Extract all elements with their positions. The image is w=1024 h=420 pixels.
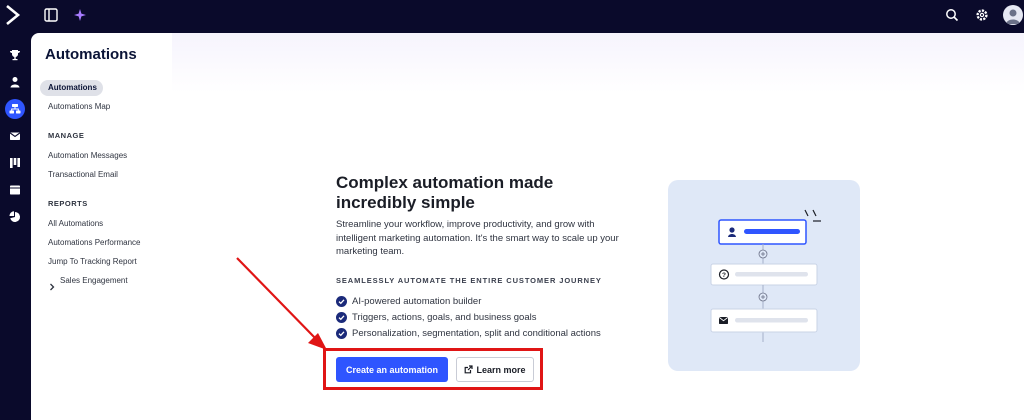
sidebar-item-automation-messages[interactable]: Automation Messages bbox=[48, 151, 127, 160]
automations-sidebar: Automations Automations Automations Map … bbox=[31, 33, 172, 420]
check-circle-icon bbox=[336, 311, 347, 323]
automation-illustration: ? bbox=[668, 180, 860, 371]
annotation-highlight-box bbox=[323, 348, 543, 390]
search-icon[interactable] bbox=[943, 6, 961, 24]
feature-item: AI-powered automation builder bbox=[336, 295, 481, 307]
sidebar-item-automations[interactable]: Automations bbox=[48, 83, 97, 92]
sidebar-item-transactional-email[interactable]: Transactional Email bbox=[48, 170, 118, 179]
sidebar-item-all-automations[interactable]: All Automations bbox=[48, 219, 103, 228]
avatar[interactable] bbox=[1003, 5, 1023, 25]
check-circle-icon bbox=[336, 295, 347, 307]
sidebar-item-jump-to-tracking-report[interactable]: Jump To Tracking Report bbox=[48, 257, 137, 266]
contacts-icon[interactable] bbox=[5, 72, 25, 92]
sidebar-item-automations-performance[interactable]: Automations Performance bbox=[48, 238, 141, 247]
sidebar-item-automations-map[interactable]: Automations Map bbox=[48, 102, 110, 111]
deals-icon[interactable] bbox=[5, 153, 25, 173]
hero-description: Streamline your workflow, improve produc… bbox=[336, 219, 619, 257]
feature-text: Triggers, actions, goals, and business g… bbox=[352, 311, 537, 323]
section-title-reports: REPORTS bbox=[48, 199, 88, 208]
feature-text: Personalization, segmentation, split and… bbox=[352, 327, 601, 339]
feature-text: AI-powered automation builder bbox=[352, 295, 482, 307]
top-bar bbox=[0, 0, 1024, 33]
check-circle-icon bbox=[336, 327, 347, 339]
feature-item: Personalization, segmentation, split and… bbox=[336, 327, 601, 339]
icon-rail bbox=[0, 33, 31, 420]
sidebar-title: Automations bbox=[45, 46, 137, 63]
automations-icon[interactable] bbox=[5, 99, 25, 119]
sparkle-icon[interactable] bbox=[71, 6, 89, 24]
website-icon[interactable] bbox=[5, 180, 25, 200]
main-content: Complex automation made incredibly simpl… bbox=[172, 33, 1024, 420]
activecampaign-logo-icon[interactable] bbox=[4, 3, 22, 27]
svg-text:?: ? bbox=[722, 272, 726, 279]
hero-caption: SEAMLESSLY AUTOMATE THE ENTIRE CUSTOMER … bbox=[336, 276, 602, 285]
section-title-manage: MANAGE bbox=[48, 131, 85, 140]
page-title: Complex automation made incredibly simpl… bbox=[336, 173, 554, 212]
feature-item: Triggers, actions, goals, and business g… bbox=[336, 311, 536, 323]
sidebar-toggle-icon[interactable] bbox=[42, 6, 60, 24]
sidebar-item-sales-engagement[interactable]: Sales Engagement bbox=[60, 276, 128, 285]
reports-icon[interactable] bbox=[5, 207, 25, 227]
chevron-right-icon[interactable] bbox=[48, 278, 56, 291]
workflow-illustration-icon: ? bbox=[710, 209, 821, 342]
gear-icon[interactable] bbox=[973, 6, 991, 24]
campaigns-icon[interactable] bbox=[5, 126, 25, 146]
trophy-icon[interactable] bbox=[5, 45, 25, 65]
